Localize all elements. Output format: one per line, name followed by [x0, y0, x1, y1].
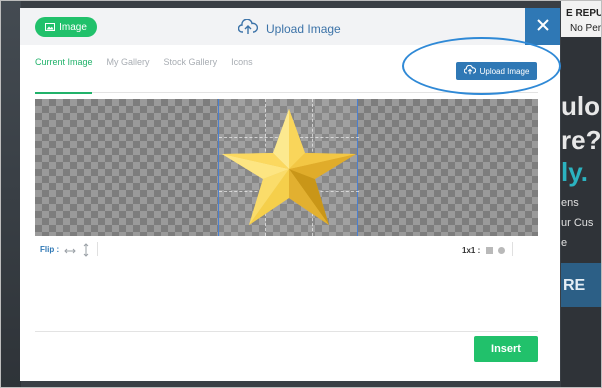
- tab-stock-gallery[interactable]: Stock Gallery: [164, 57, 218, 67]
- insert-button[interactable]: Insert: [474, 336, 538, 362]
- image-toolbar: Flip : 1x1 :: [35, 240, 538, 262]
- cloud-upload-icon: [237, 18, 259, 38]
- tab-current-image[interactable]: Current Image: [35, 57, 93, 67]
- tab-my-gallery[interactable]: My Gallery: [107, 57, 150, 67]
- image-crop-canvas[interactable]: [35, 99, 538, 236]
- modal-title[interactable]: Upload Image: [237, 18, 341, 38]
- background-right-strip: [561, 1, 601, 387]
- active-tab-indicator: [35, 92, 92, 94]
- toolbar-divider: [512, 242, 513, 256]
- image-icon: [45, 23, 56, 31]
- flip-vertical-icon[interactable]: [81, 243, 91, 262]
- background-button-label: RE: [563, 277, 586, 294]
- close-icon: [536, 18, 549, 36]
- image-tag-button[interactable]: Image: [35, 17, 97, 37]
- background-heading-1: ulon: [561, 91, 601, 121]
- circle-shape-icon[interactable]: [498, 247, 505, 254]
- background-heading-3: ly.: [561, 157, 588, 187]
- image-tag-label: Image: [59, 21, 87, 33]
- close-button[interactable]: [525, 8, 560, 45]
- background-header-subtext: No Pers: [570, 23, 601, 34]
- star-image: [222, 109, 356, 225]
- crop-box[interactable]: [218, 99, 359, 236]
- background-header-text: E REPUI: [566, 8, 601, 19]
- image-source-tabs: Current Image My Gallery Stock Gallery I…: [35, 57, 267, 67]
- toolbar-divider: [97, 242, 98, 256]
- highlight-annotation-ellipse: [402, 37, 561, 95]
- background-left-strip: [1, 1, 21, 387]
- background-text-3: e: [561, 237, 568, 249]
- flip-label: Flip :: [40, 245, 60, 254]
- background-heading-2: re?: [561, 125, 601, 155]
- aspect-ratio-label: 1x1 :: [462, 246, 481, 255]
- background-text-2: ur Cus: [561, 217, 594, 229]
- flip-horizontal-icon[interactable]: [64, 243, 76, 261]
- background-text-1: ens: [561, 197, 579, 209]
- footer-divider: [35, 331, 538, 332]
- tab-icons[interactable]: Icons: [231, 57, 253, 67]
- square-shape-icon[interactable]: [486, 247, 493, 254]
- modal-title-text: Upload Image: [266, 21, 341, 36]
